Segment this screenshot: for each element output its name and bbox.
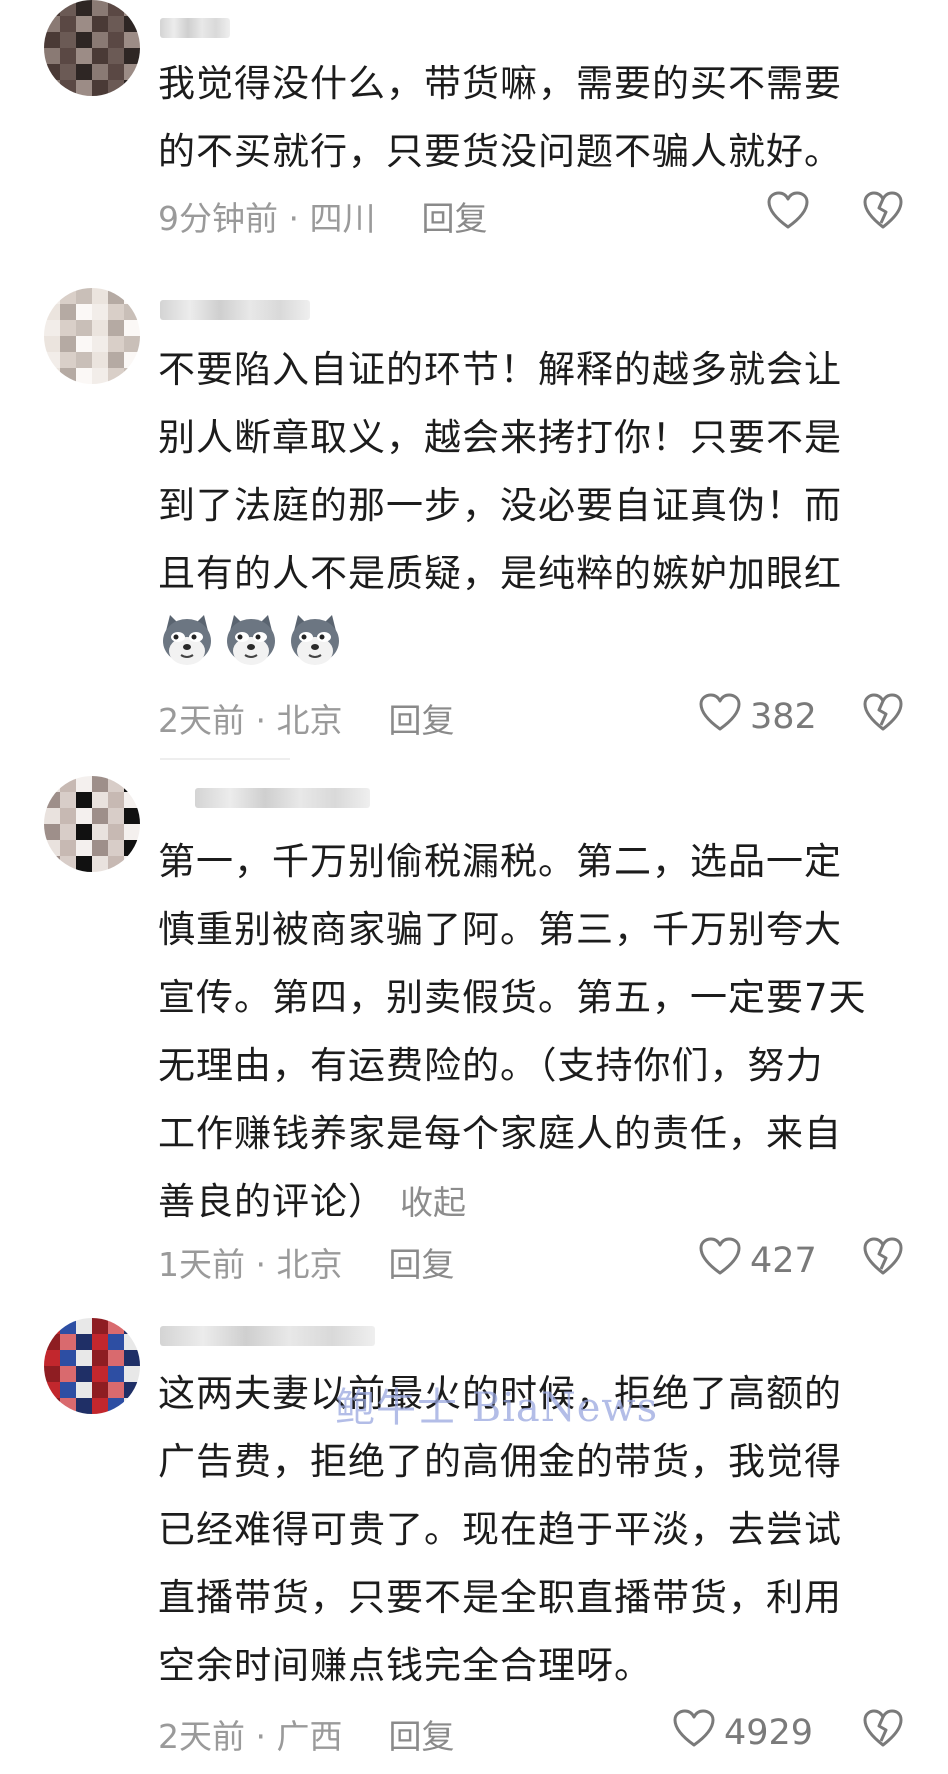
comment-text-tail: 善良的评论）	[158, 1180, 386, 1223]
comment-meta: 2天前 · 广西 回复	[158, 1710, 454, 1758]
heart-icon	[698, 692, 742, 741]
username[interactable]	[160, 300, 310, 320]
doge-emoji	[222, 611, 280, 669]
like-button[interactable]: 4929	[672, 1708, 813, 1757]
collapse-button[interactable]: 收起	[400, 1183, 466, 1222]
avatar[interactable]	[44, 0, 140, 96]
divider	[160, 758, 290, 760]
doge-emoji	[158, 611, 216, 669]
username[interactable]	[160, 1326, 375, 1346]
avatar[interactable]	[44, 288, 140, 384]
comment-text: 第一，千万别偷税漏税。第二，选品一定 慎重别被商家骗了阿。第三，千万别夸大 宣传…	[158, 840, 867, 1223]
emoji-row	[158, 608, 918, 672]
broken-heart-icon	[862, 1237, 904, 1280]
broken-heart-icon	[862, 191, 904, 234]
heart-icon	[766, 190, 810, 239]
reply-button[interactable]: 回复	[421, 192, 487, 240]
doge-emoji	[286, 611, 344, 669]
time-location: 2天前 · 广西	[158, 1717, 343, 1756]
dislike-button[interactable]	[862, 1236, 904, 1280]
comment-meta: 1天前 · 北京 回复	[158, 1238, 454, 1286]
heart-icon	[672, 1708, 716, 1757]
time-location: 1天前 · 北京	[158, 1245, 343, 1284]
reply-button[interactable]: 回复	[388, 694, 454, 742]
time-location: 9分钟前 · 四川	[158, 199, 376, 238]
reply-button[interactable]: 回复	[388, 1710, 454, 1758]
like-button[interactable]	[766, 190, 810, 239]
dislike-button[interactable]	[862, 692, 904, 736]
watermark: 鲍牛士 BiaNews	[335, 1385, 659, 1431]
broken-heart-icon	[862, 693, 904, 736]
like-count: 427	[750, 1240, 817, 1281]
broken-heart-icon	[862, 1709, 904, 1752]
dislike-button[interactable]	[862, 190, 904, 234]
reply-button[interactable]: 回复	[388, 1238, 454, 1286]
avatar[interactable]	[44, 1318, 140, 1414]
username[interactable]	[195, 788, 370, 808]
like-button[interactable]: 382	[698, 692, 817, 741]
avatar[interactable]	[44, 776, 140, 872]
heart-icon	[698, 1236, 742, 1285]
like-count: 4929	[724, 1712, 814, 1753]
dislike-button[interactable]	[862, 1708, 904, 1752]
like-button[interactable]: 427	[698, 1236, 817, 1285]
comment-meta: 9分钟前 · 四川 回复	[158, 192, 487, 240]
comment-text: 我觉得没什么，带货嘛，需要的买不需要 的不买就行，只要货没问题不骗人就好。	[158, 62, 842, 173]
username[interactable]	[160, 18, 230, 38]
comment-text: 不要陷入自证的环节！解释的越多就会让 别人断章取义，越会来拷打你！只要不是 到了…	[158, 336, 918, 672]
comment-meta: 2天前 · 北京 回复	[158, 694, 454, 742]
like-count: 382	[750, 696, 817, 737]
time-location: 2天前 · 北京	[158, 701, 343, 740]
